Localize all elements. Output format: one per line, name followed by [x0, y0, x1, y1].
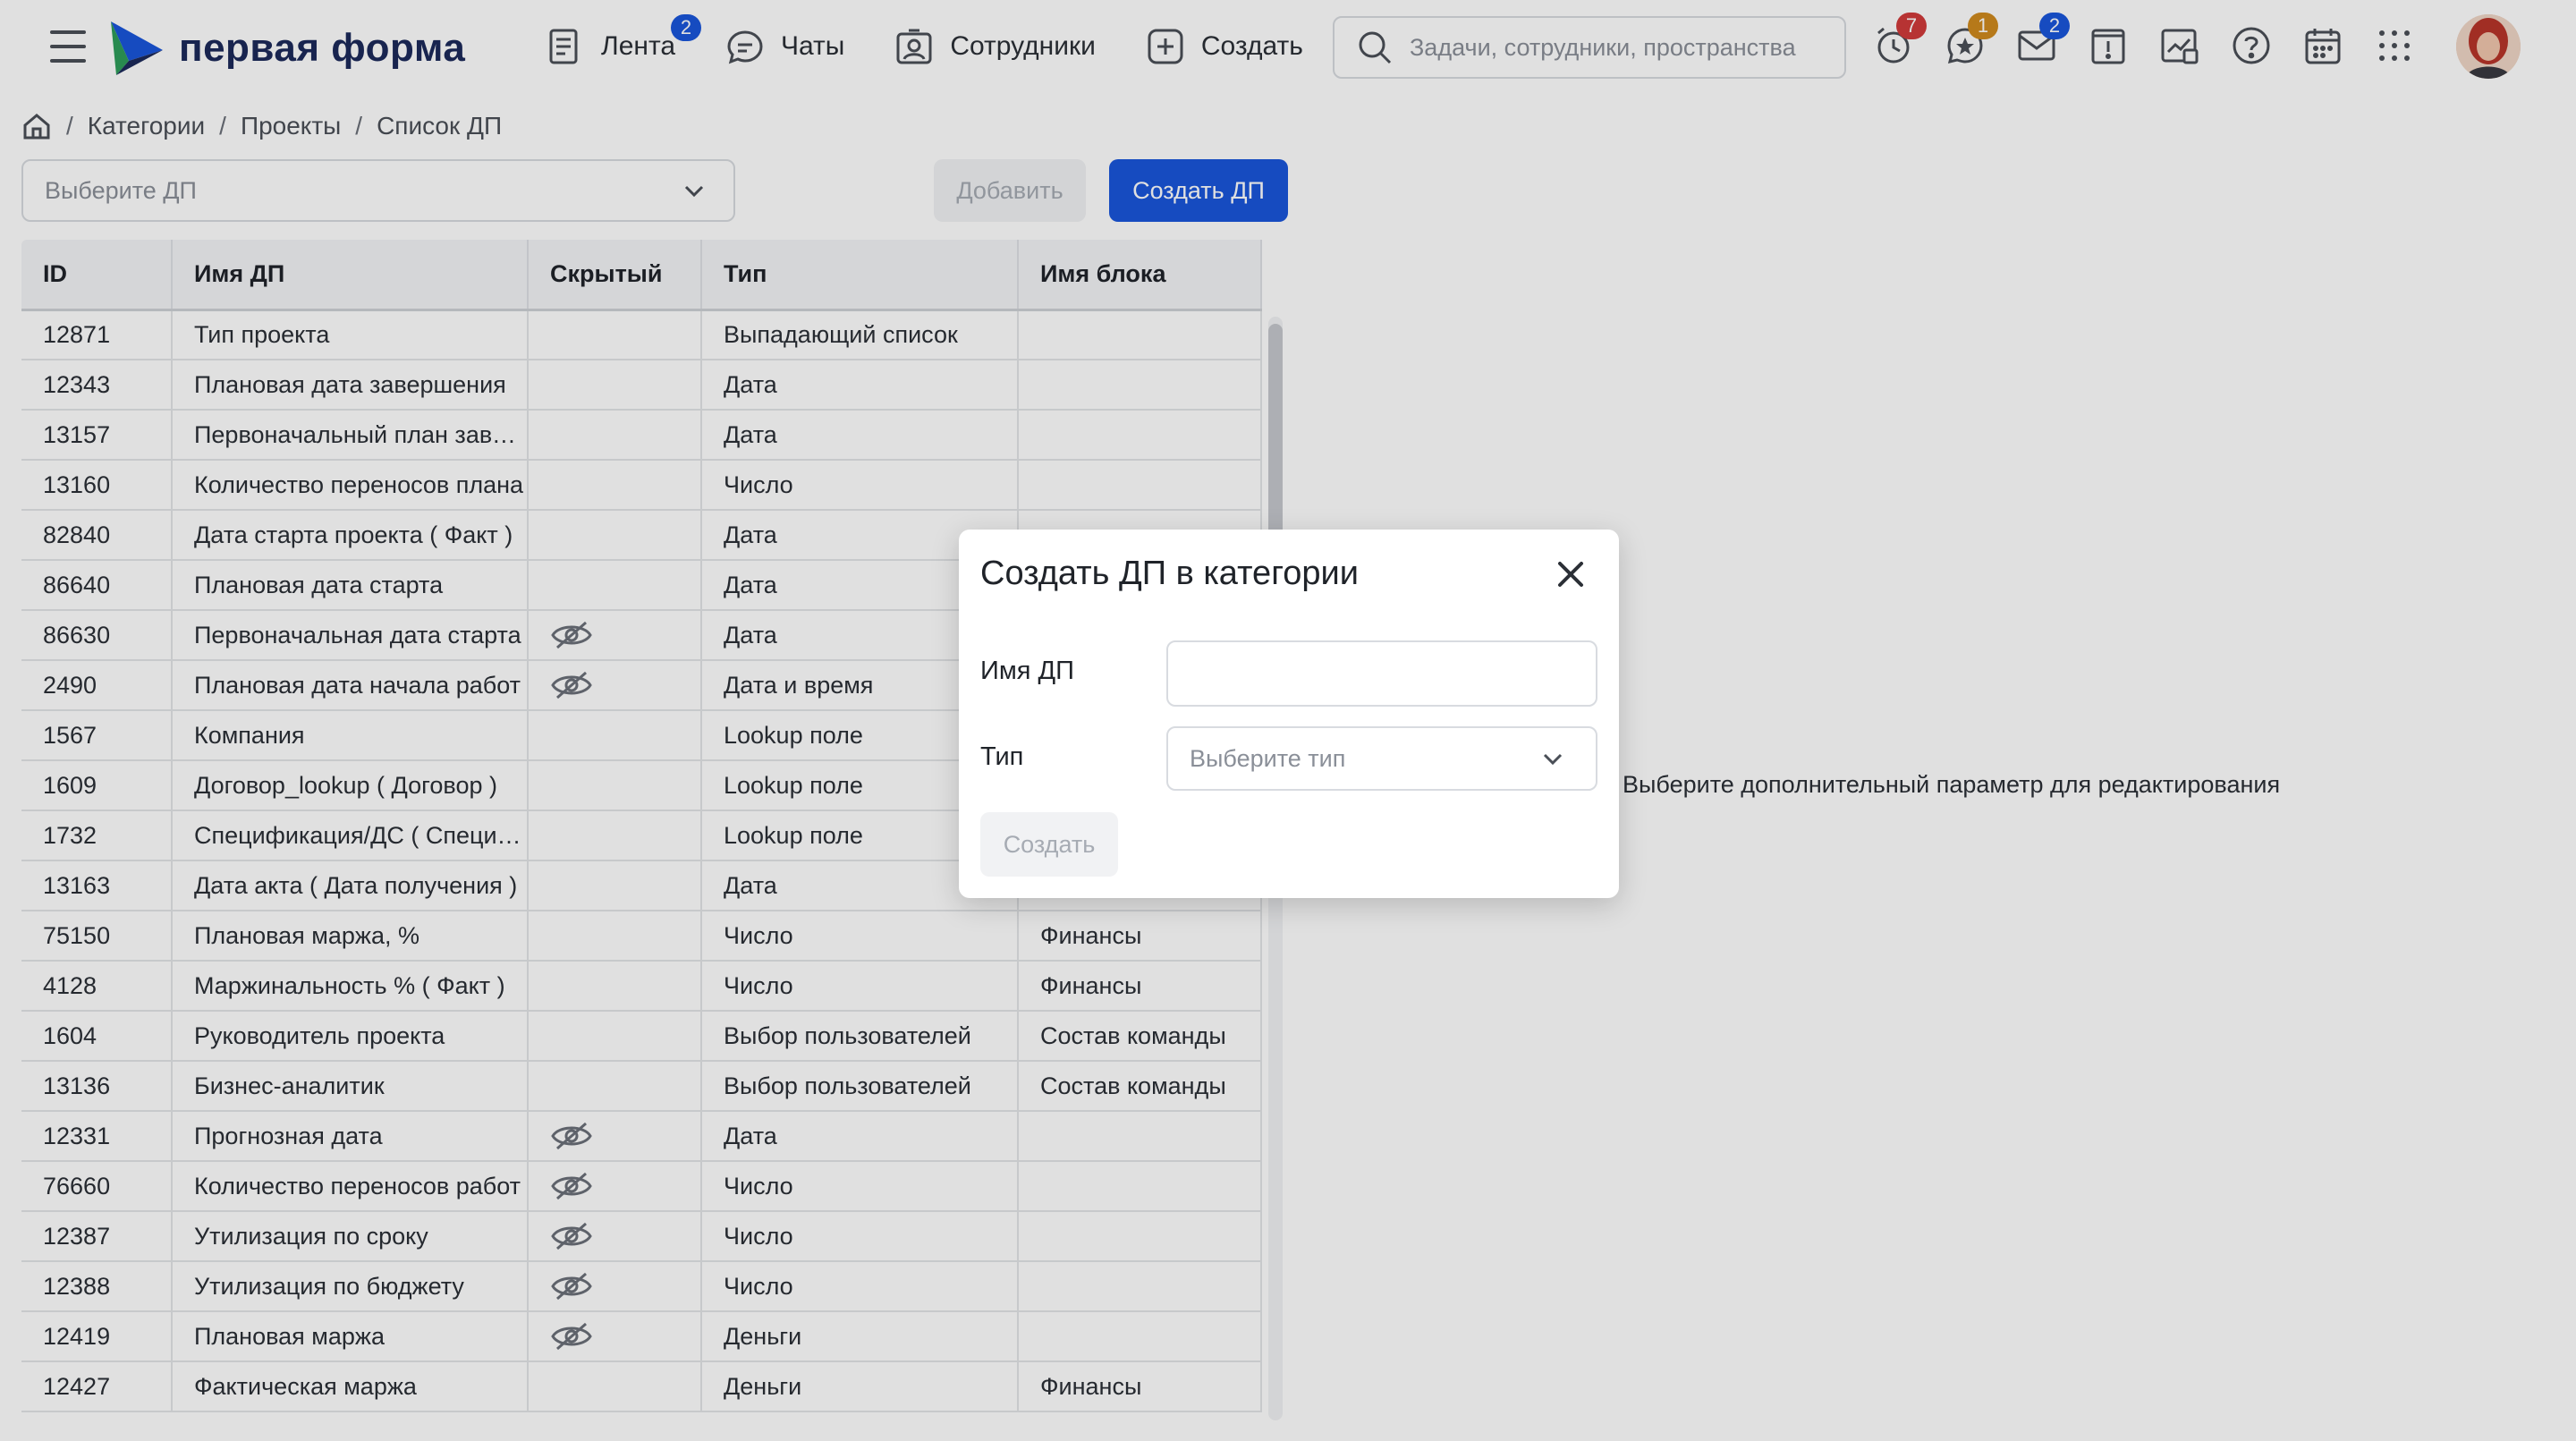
modal-title: Создать ДП в категории [980, 555, 1359, 592]
name-field-label: Имя ДП [980, 657, 1075, 685]
name-field[interactable] [1166, 640, 1597, 707]
type-field-label: Тип [980, 742, 1024, 771]
create-dp-modal: Создать ДП в категории Имя ДП Тип Выбери… [959, 530, 1619, 898]
type-select[interactable]: Выберите тип [1166, 726, 1597, 791]
chevron-down-icon [1543, 753, 1563, 766]
type-select-placeholder: Выберите тип [1190, 744, 1346, 772]
close-icon [1558, 562, 1583, 587]
close-button[interactable] [1553, 556, 1589, 592]
modal-create-button[interactable]: Создать [980, 812, 1118, 877]
